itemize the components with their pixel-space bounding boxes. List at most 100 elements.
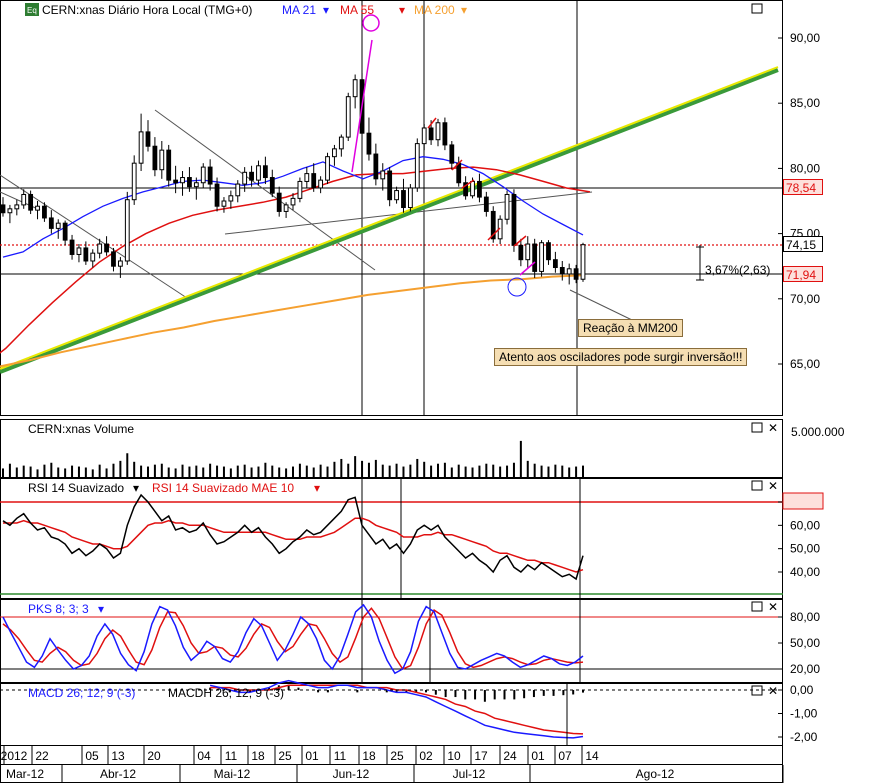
day-tick-label: 11 bbox=[225, 749, 238, 763]
candle-body bbox=[180, 177, 185, 184]
candle-body bbox=[262, 165, 268, 179]
candle-body bbox=[532, 243, 538, 272]
macd-tick-label: -1,00 bbox=[790, 707, 818, 721]
candle-body bbox=[552, 259, 558, 269]
candle-body bbox=[269, 177, 275, 194]
candle-body bbox=[200, 166, 206, 184]
candle-body bbox=[297, 180, 303, 199]
candle-body bbox=[573, 268, 579, 280]
rsi-title-arrow[interactable]: ▾ bbox=[133, 481, 139, 495]
legend-ma21-arrow[interactable]: ▾ bbox=[323, 3, 329, 17]
day-tick-label: 25 bbox=[390, 749, 404, 763]
candle-body bbox=[442, 122, 448, 146]
price-tick-label: 65,00 bbox=[790, 357, 820, 371]
day-tick-label: 17 bbox=[474, 749, 488, 763]
month-label: Abr-12 bbox=[100, 767, 136, 781]
candle-body bbox=[145, 131, 151, 147]
rsi-signal-title: RSI 14 Suavizado MAE 10 bbox=[152, 481, 294, 495]
candle-body bbox=[401, 190, 406, 209]
candle-body bbox=[338, 136, 344, 150]
legend-ma200[interactable]: MA 200 bbox=[414, 3, 455, 17]
candle-body bbox=[242, 171, 248, 185]
day-tick-label: 18 bbox=[362, 749, 376, 763]
candle-body bbox=[138, 131, 144, 164]
macd-tick-label: -2,00 bbox=[790, 730, 818, 744]
day-tick-label: 22 bbox=[35, 749, 49, 763]
candle-body bbox=[276, 192, 282, 212]
month-label: Jul-12 bbox=[453, 767, 486, 781]
candle-body bbox=[559, 267, 565, 275]
close-volume-icon[interactable]: ✕ bbox=[768, 421, 778, 435]
price-tick-label: 70,00 bbox=[790, 292, 820, 306]
day-tick-label: 25 bbox=[278, 749, 292, 763]
note-atento: Atento aos osciladores pode surgir inver… bbox=[494, 348, 748, 366]
legend-ma55-arrow[interactable]: ▾ bbox=[399, 3, 405, 17]
candle-body bbox=[304, 173, 310, 182]
candle-body bbox=[332, 148, 337, 158]
legend-ma21[interactable]: MA 21 bbox=[282, 3, 316, 17]
day-tick-label: 07 bbox=[558, 749, 572, 763]
candle-body bbox=[14, 204, 20, 210]
candle-body bbox=[48, 217, 54, 229]
candle-body bbox=[449, 144, 455, 164]
pct-change-label: 3,67%(2,63) bbox=[705, 263, 770, 277]
candle-body bbox=[546, 242, 551, 261]
candle-body bbox=[7, 208, 13, 214]
legend-ma55[interactable]: MA 55 bbox=[340, 3, 374, 17]
candle-body bbox=[318, 179, 324, 189]
candle-body bbox=[187, 177, 192, 188]
chart-title: CERN:xnas Diário Hora Local (TMG+0) bbox=[42, 3, 252, 17]
price-tick-label: 85,00 bbox=[790, 96, 820, 110]
rsi-70-box bbox=[782, 492, 824, 510]
price-label-ma200: 71,94 bbox=[783, 266, 823, 282]
rsi-panel bbox=[0, 478, 783, 599]
month-label: Jun-12 bbox=[333, 767, 370, 781]
day-tick-label: 05 bbox=[85, 749, 99, 763]
candle-body bbox=[387, 170, 393, 201]
legend-ma200-arrow[interactable]: ▾ bbox=[461, 3, 467, 17]
pks-panel bbox=[0, 599, 783, 683]
macdh-title: MACDH 26; 12; 9 (-3) bbox=[168, 686, 284, 700]
candle-body bbox=[124, 199, 130, 262]
pks-title-arrow[interactable]: ▾ bbox=[98, 602, 104, 616]
pks-title: PKS 8; 3; 3 bbox=[28, 602, 89, 616]
day-tick-label: 01 bbox=[531, 749, 545, 763]
candle-body bbox=[518, 244, 524, 261]
trading-chart: 90,0085,0080,0075,0070,0065,00 70,0060,0… bbox=[0, 0, 845, 783]
candle-body bbox=[193, 182, 199, 188]
candle-body bbox=[311, 173, 317, 189]
candle-body bbox=[104, 243, 109, 253]
day-tick-label: 24 bbox=[503, 749, 517, 763]
candle-body bbox=[42, 205, 47, 219]
candle-body bbox=[283, 204, 289, 212]
candle-body bbox=[207, 166, 213, 185]
day-tick-label: 04 bbox=[197, 749, 211, 763]
close-macd-icon[interactable]: ✕ bbox=[768, 684, 778, 698]
candle-body bbox=[483, 196, 489, 212]
macd-title: MACD 26; 12; 9 (-3) bbox=[28, 686, 135, 700]
pks-tick-label: 20,00 bbox=[790, 662, 820, 676]
rsi-signal-arrow[interactable]: ▾ bbox=[314, 481, 320, 495]
day-tick-label: 13 bbox=[111, 749, 125, 763]
close-rsi-icon[interactable]: ✕ bbox=[768, 479, 778, 493]
day-tick-label: 11 bbox=[334, 749, 347, 763]
candle-body bbox=[539, 242, 544, 272]
month-label: Mai-12 bbox=[214, 767, 251, 781]
candle-body bbox=[428, 127, 434, 141]
candle-body bbox=[366, 132, 372, 155]
candle-body bbox=[0, 204, 6, 214]
rsi-title: RSI 14 Suavizado bbox=[28, 481, 124, 495]
rsi-tick-label: 60,00 bbox=[790, 518, 820, 532]
candle-body bbox=[345, 96, 351, 138]
day-tick-label: 2012 bbox=[1, 749, 28, 763]
candle-body bbox=[407, 187, 413, 209]
candle-body bbox=[97, 243, 103, 254]
volume-tick: 5.000.000 bbox=[791, 425, 845, 439]
candle-body bbox=[69, 239, 75, 255]
candle-body bbox=[117, 260, 123, 267]
candle-body bbox=[525, 243, 531, 261]
candle-body bbox=[511, 193, 517, 246]
price-tick-label: 90,00 bbox=[790, 31, 820, 45]
candle-body bbox=[256, 165, 261, 181]
close-pks-icon[interactable]: ✕ bbox=[768, 600, 778, 614]
